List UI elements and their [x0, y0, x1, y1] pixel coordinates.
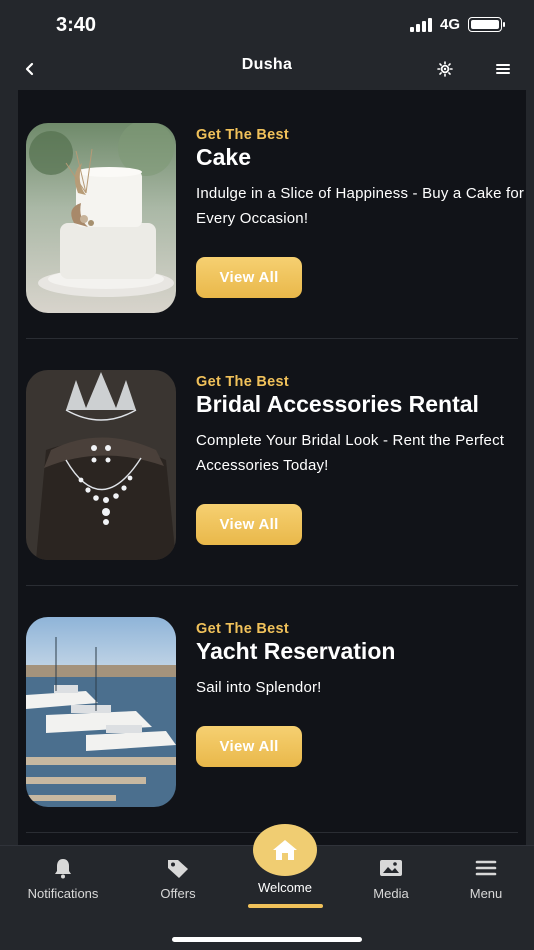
network-label: 4G — [439, 16, 460, 33]
bottom-navigation: Notifications Offers Welcome Media Menu — [0, 824, 534, 950]
card-eyebrow: Get The Best — [196, 127, 290, 143]
tag-icon — [168, 860, 188, 878]
view-all-button[interactable]: View All — [196, 257, 302, 298]
card-cake: Get The Best Cake Indulge in a Slice of … — [26, 123, 524, 370]
yacht-marina-photo[interactable] — [26, 617, 176, 807]
hamburger-icon — [496, 64, 510, 74]
card-text: Get The Best Yacht Reservation Sail into… — [196, 617, 526, 700]
nav-label: Offers — [160, 886, 196, 901]
signal-icon — [409, 17, 432, 32]
card-description: Complete Your Bridal Look - Rent the Per… — [196, 432, 505, 474]
nav-label: Menu — [469, 886, 503, 901]
nav-media[interactable]: Media — [341, 854, 441, 901]
app-bar: Dusha — [0, 48, 534, 90]
card-text: Get The Best Bridal Accessories Rental C… — [196, 370, 526, 478]
divider — [26, 585, 518, 586]
nav-menu[interactable]: Menu — [436, 854, 534, 901]
nav-label: Media — [373, 886, 409, 901]
active-tab-indicator — [248, 904, 323, 908]
nav-offers[interactable]: Offers — [128, 854, 228, 901]
nav-welcome-home-button[interactable] — [253, 824, 317, 876]
sun-icon — [437, 61, 453, 77]
theme-toggle-button[interactable] — [430, 54, 460, 84]
home-indicator[interactable] — [172, 937, 362, 942]
card-description: Indulge in a Slice of Happiness - Buy a … — [196, 185, 525, 227]
view-all-button[interactable]: View All — [196, 504, 302, 545]
card-title: Yacht Reservation — [196, 638, 396, 664]
wedding-cake-photo[interactable] — [26, 123, 176, 313]
home-icon — [273, 840, 297, 860]
card-text: Get The Best Cake Indulge in a Slice of … — [196, 123, 526, 231]
card-yacht-reservation: Get The Best Yacht Reservation Sail into… — [26, 617, 518, 845]
view-all-button[interactable]: View All — [196, 726, 302, 767]
bridal-jewelry-photo[interactable] — [26, 370, 176, 560]
card-eyebrow: Get The Best — [196, 621, 290, 637]
status-time: 3:40 — [56, 14, 97, 36]
menu-button[interactable] — [488, 54, 518, 84]
nav-label: Notifications — [27, 886, 99, 901]
bell-icon — [55, 859, 71, 879]
divider — [26, 338, 518, 339]
card-title: Cake — [196, 144, 251, 170]
card-description: Sail into Splendor! — [196, 679, 322, 696]
status-bar: 3:40 4G — [0, 0, 534, 48]
image-icon — [380, 860, 402, 876]
battery-icon — [468, 17, 505, 32]
content-list[interactable]: Get The Best Cake Indulge in a Slice of … — [18, 90, 526, 845]
nav-label-welcome[interactable]: Welcome — [235, 880, 335, 895]
card-title: Bridal Accessories Rental — [196, 391, 479, 417]
status-indicators: 4G — [409, 16, 505, 33]
card-eyebrow: Get The Best — [196, 374, 290, 390]
card-bridal-accessories: Get The Best Bridal Accessories Rental C… — [26, 370, 518, 617]
nav-notifications[interactable]: Notifications — [13, 854, 113, 901]
hamburger-icon — [475, 860, 497, 876]
